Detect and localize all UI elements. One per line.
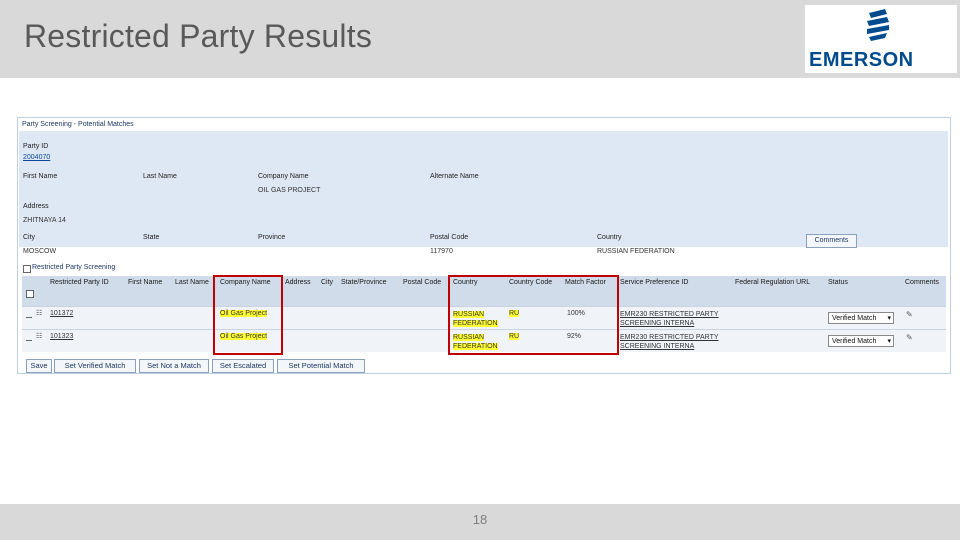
col-status: Status (828, 279, 848, 286)
details-icon[interactable]: ☷ (36, 332, 42, 340)
col-address: Address (285, 279, 311, 286)
province-label: Province (258, 234, 286, 241)
edit-comment-icon[interactable]: ✎ (906, 310, 913, 319)
col-restricted-party-id: Restricted Party ID (50, 279, 109, 286)
alternate-name-label: Alternate Name (430, 173, 479, 180)
service-preference-link[interactable]: EMR230 RESTRICTED PARTY SCREENING INTERN… (620, 310, 719, 328)
company-name-value: OIL GAS PROJECT (258, 187, 321, 194)
set-potential-match-button[interactable]: Set Potential Match (277, 359, 365, 373)
last-name-label: Last Name (143, 173, 177, 180)
restricted-party-id-link[interactable]: 101323 (50, 333, 73, 340)
emerson-logo-icon (867, 9, 889, 41)
state-label: State (143, 234, 160, 241)
party-details-panel: Party ID 2004070 First Name Last Name Co… (19, 131, 948, 255)
restricted-screening-title: Restricted Party Screening (32, 264, 116, 271)
emerson-logo: EMERSON (805, 5, 957, 73)
service-preference-line2: SCREENING INTERNA (620, 320, 695, 327)
service-preference-line2: SCREENING INTERNA (620, 343, 695, 350)
set-not-a-match-button[interactable]: Set Not a Match (139, 359, 209, 373)
edit-comment-icon[interactable]: ✎ (906, 333, 913, 342)
country-match-annotation-box (448, 275, 619, 355)
company-name-label: Company Name (258, 173, 309, 180)
service-preference-line1: EMR230 RESTRICTED PARTY (620, 311, 719, 318)
status-select[interactable]: Verified Match (828, 312, 894, 325)
address-label: Address (23, 203, 49, 210)
city-value: MOSCOW (23, 248, 57, 255)
row-select[interactable] (26, 340, 32, 341)
page-number: 18 (472, 512, 488, 527)
slide-header: Restricted Party Results EMERSON (0, 0, 960, 78)
col-postal-code: Postal Code (403, 279, 442, 286)
slide-footer: 18 (0, 504, 960, 540)
save-button[interactable]: Save (26, 359, 52, 373)
party-id-link[interactable]: 2004070 (23, 154, 50, 161)
row-select[interactable] (26, 317, 32, 318)
col-service-preference-id: Service Preference ID (620, 279, 689, 286)
section-title: Party Screening - Potential Matches (22, 121, 134, 128)
country-label: Country (597, 234, 622, 241)
postal-code-value: 117970 (430, 248, 453, 255)
col-federal-regulation-url: Federal Regulation URL (735, 279, 811, 286)
comments-button[interactable]: Comments (806, 234, 857, 248)
country-value: RUSSIAN FEDERATION (597, 248, 675, 255)
first-name-label: First Name (23, 173, 58, 180)
slide-title: Restricted Party Results (24, 18, 373, 54)
address-value: ZHITNAYA 14 (23, 217, 66, 224)
collapse-checkbox[interactable] (23, 265, 31, 273)
city-label: City (23, 234, 36, 241)
set-verified-match-button[interactable]: Set Verified Match (54, 359, 136, 373)
party-id-label: Party ID (23, 143, 49, 150)
col-last-name: Last Name (175, 279, 209, 286)
col-comments: Comments (905, 279, 939, 286)
logo-wordmark: EMERSON (809, 49, 914, 71)
service-preference-link[interactable]: EMR230 RESTRICTED PARTY SCREENING INTERN… (620, 333, 719, 351)
details-icon[interactable]: ☷ (36, 309, 42, 317)
restricted-party-id-link[interactable]: 101372 (50, 310, 73, 317)
status-select[interactable]: Verified Match (828, 335, 894, 348)
set-escalated-button[interactable]: Set Escalated (212, 359, 274, 373)
col-first-name: First Name (128, 279, 163, 286)
company-name-annotation-box (213, 275, 283, 355)
col-state-province: State/Province (341, 279, 387, 286)
postal-code-label: Postal Code (430, 234, 469, 241)
col-city: City (321, 279, 334, 286)
service-preference-line1: EMR230 RESTRICTED PARTY (620, 334, 719, 341)
select-all-checkbox[interactable] (26, 290, 34, 298)
